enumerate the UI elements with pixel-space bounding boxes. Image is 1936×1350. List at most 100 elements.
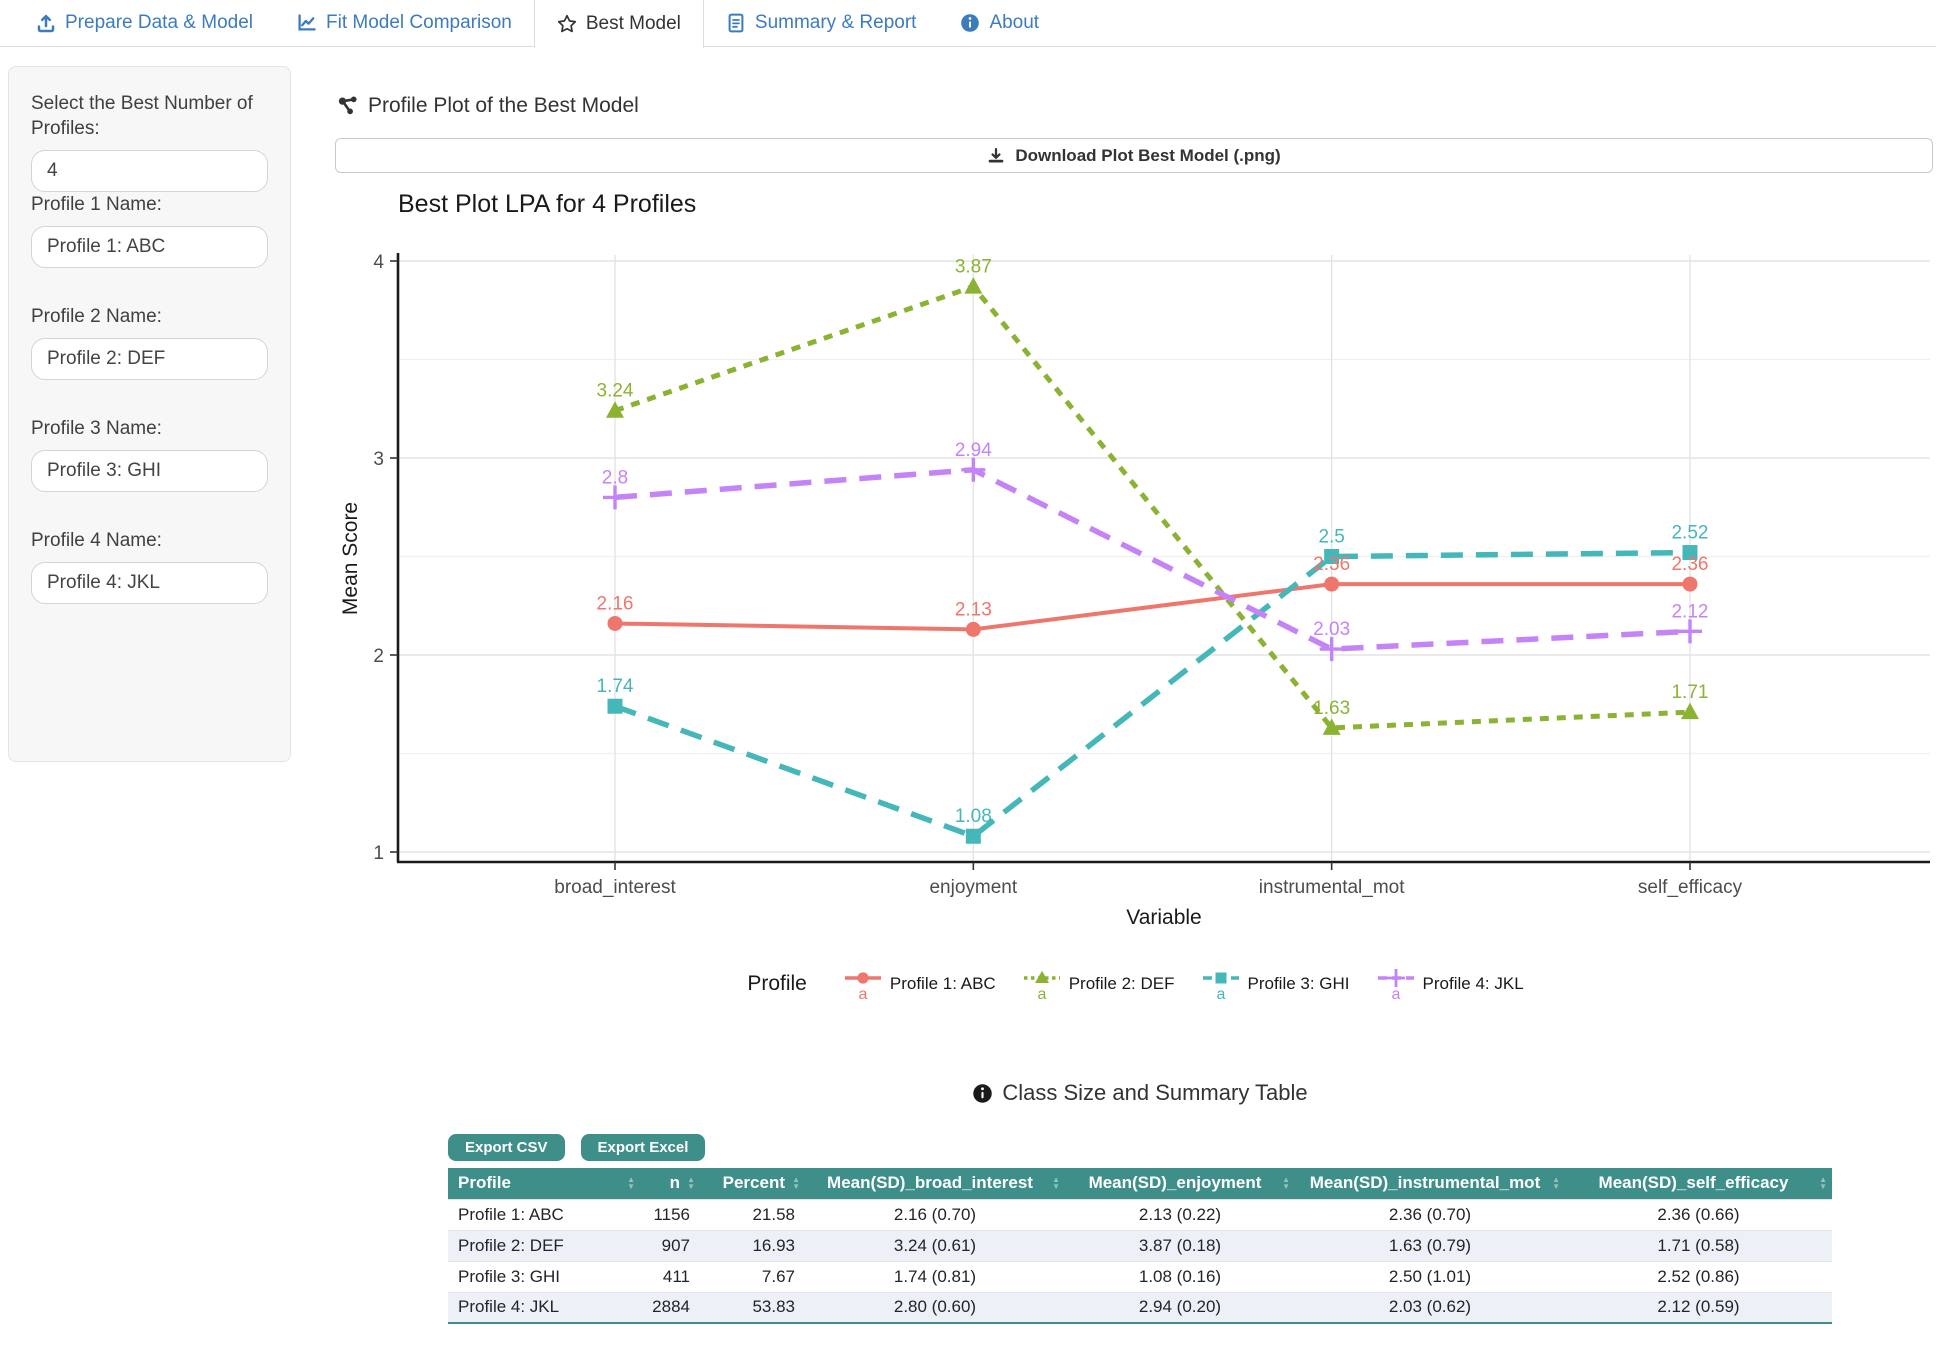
legend-key: a xyxy=(1201,966,1241,1002)
tab-label: Best Model xyxy=(586,13,681,35)
sort-arrows-icon: ▲▼ xyxy=(1052,1176,1060,1190)
column-header-n[interactable]: n▲▼ xyxy=(640,1168,700,1199)
tab-prepare-data-model[interactable]: Prepare Data & Model xyxy=(14,0,275,46)
star-icon xyxy=(557,14,577,34)
marker-circle xyxy=(1682,577,1697,592)
table-cell: 1.63 (0.79) xyxy=(1295,1230,1565,1261)
tab-label: About xyxy=(989,12,1039,34)
point-label: 2.16 xyxy=(597,593,634,614)
tab-fit-model-comparison[interactable]: Fit Model Comparison xyxy=(275,0,534,46)
point-label: 2.03 xyxy=(1313,619,1350,640)
marker-circle xyxy=(966,622,981,637)
table-cell: 1.08 (0.16) xyxy=(1065,1261,1295,1292)
series-line xyxy=(615,553,1690,837)
chart-legend: Profile aProfile 1: ABCaProfile 2: DEFaP… xyxy=(335,966,1936,1002)
table-cell: Profile 3: GHI xyxy=(448,1261,640,1292)
y-tick-label: 4 xyxy=(373,252,384,273)
table-cell: 2.03 (0.62) xyxy=(1295,1292,1565,1323)
table-body: Profile 1: ABC115621.582.16 (0.70)2.13 (… xyxy=(448,1199,1832,1323)
profiles-count-label: Select the Best Number of Profiles: xyxy=(31,91,268,141)
table-cell: 2.52 (0.86) xyxy=(1565,1261,1832,1292)
profile-4-name-input[interactable] xyxy=(31,562,268,604)
point-label: 1.63 xyxy=(1313,698,1350,719)
upload-icon xyxy=(36,13,56,33)
table-section-title: Class Size and Summary Table xyxy=(1002,1080,1307,1106)
tab-best-model[interactable]: Best Model xyxy=(534,0,704,48)
share-nodes-icon xyxy=(337,95,359,117)
sort-arrows-icon: ▲▼ xyxy=(1282,1176,1290,1190)
series-line xyxy=(615,287,1690,728)
table-cell: 2.13 (0.22) xyxy=(1065,1199,1295,1230)
x-tick-label: self_efficacy xyxy=(1638,877,1743,898)
table-cell: 3.87 (0.18) xyxy=(1065,1230,1295,1261)
table-cell: 411 xyxy=(640,1261,700,1292)
marker-circle xyxy=(1324,577,1339,592)
table-cell: 2.80 (0.60) xyxy=(805,1292,1065,1323)
profile-1-name-input[interactable] xyxy=(31,226,268,268)
point-label: 1.71 xyxy=(1671,682,1708,703)
svg-text:a: a xyxy=(858,986,867,1002)
info-circle-icon xyxy=(972,1083,993,1104)
point-label: 2.12 xyxy=(1671,601,1708,622)
marker-circle xyxy=(608,616,623,631)
x-axis-title: Variable xyxy=(1126,906,1202,929)
sort-arrows-icon: ▲▼ xyxy=(792,1176,800,1190)
export-buttons: Export CSV Export Excel xyxy=(448,1134,705,1161)
svg-text:a: a xyxy=(1391,986,1400,1002)
tab-summary-report[interactable]: Summary & Report xyxy=(704,0,939,46)
y-tick-label: 1 xyxy=(373,843,384,864)
lpa-app: Prepare Data & Model Fit Model Comparison… xyxy=(0,0,1936,1350)
tab-label: Prepare Data & Model xyxy=(65,12,253,34)
marker-square xyxy=(608,699,623,714)
point-label: 2.8 xyxy=(602,467,628,488)
export-excel-button[interactable]: Export Excel xyxy=(581,1134,706,1161)
point-label: 2.94 xyxy=(955,440,992,461)
profile-1-name-label: Profile 1 Name: xyxy=(31,192,268,217)
table-row: Profile 3: GHI4117.671.74 (0.81)1.08 (0.… xyxy=(448,1261,1832,1292)
class-size-summary-table: Profile▲▼n▲▼Percent▲▼Mean(SD)_broad_inte… xyxy=(448,1168,1832,1324)
table-cell: 2.94 (0.20) xyxy=(1065,1292,1295,1323)
legend-key: a xyxy=(1022,966,1062,1002)
profiles-count-input[interactable] xyxy=(31,150,268,192)
table-cell: Profile 1: ABC xyxy=(448,1199,640,1230)
tab-label: Fit Model Comparison xyxy=(326,12,512,34)
column-header-mean-sd-enjoyment[interactable]: Mean(SD)_enjoyment▲▼ xyxy=(1065,1168,1295,1199)
legend-item: aProfile 1: ABC xyxy=(843,966,996,1002)
legend-label: Profile 3: GHI xyxy=(1248,974,1350,994)
chart-line-icon xyxy=(297,13,317,33)
table-header: Profile▲▼n▲▼Percent▲▼Mean(SD)_broad_inte… xyxy=(448,1168,1832,1199)
point-label: 2.36 xyxy=(1671,554,1708,575)
table-cell: 1156 xyxy=(640,1199,700,1230)
table-section-header: Class Size and Summary Table xyxy=(448,1080,1832,1106)
table-row: Profile 2: DEF90716.933.24 (0.61)3.87 (0… xyxy=(448,1230,1832,1261)
legend-label: Profile 2: DEF xyxy=(1069,974,1175,994)
column-header-percent[interactable]: Percent▲▼ xyxy=(700,1168,805,1199)
export-csv-button[interactable]: Export CSV xyxy=(448,1134,565,1161)
table-cell: 2884 xyxy=(640,1292,700,1323)
series-line xyxy=(615,584,1690,629)
column-header-profile[interactable]: Profile▲▼ xyxy=(448,1168,640,1199)
marker-square xyxy=(966,829,981,844)
column-header-mean-sd-broad-interest[interactable]: Mean(SD)_broad_interest▲▼ xyxy=(805,1168,1065,1199)
tab-about[interactable]: About xyxy=(938,0,1061,46)
profile-4-name-label: Profile 4 Name: xyxy=(31,528,268,553)
main-content: Profile Plot of the Best Model Download … xyxy=(335,86,1936,1350)
profile-2-name-label: Profile 2 Name: xyxy=(31,304,268,329)
sort-arrows-icon: ▲▼ xyxy=(1552,1176,1560,1190)
profile-3-name-input[interactable] xyxy=(31,450,268,492)
table-cell: 2.36 (0.66) xyxy=(1565,1199,1832,1230)
sidebar-panel: Select the Best Number of Profiles: Prof… xyxy=(8,66,291,762)
legend-title: Profile xyxy=(747,972,807,996)
circle-info-icon xyxy=(960,13,980,33)
download-plot-label: Download Plot Best Model (.png) xyxy=(1015,146,1280,166)
column-header-mean-sd-self-efficacy[interactable]: Mean(SD)_self_efficacy▲▼ xyxy=(1565,1168,1832,1199)
point-label: 1.74 xyxy=(597,676,634,697)
table-cell: 3.24 (0.61) xyxy=(805,1230,1065,1261)
profile-name-fields: Profile 1 Name:Profile 2 Name:Profile 3 … xyxy=(31,192,268,604)
download-plot-button[interactable]: Download Plot Best Model (.png) xyxy=(335,138,1933,173)
table-cell: 53.83 xyxy=(700,1292,805,1323)
profile-plot-chart: 1234broad_interestenjoymentinstrumental_… xyxy=(335,238,1936,950)
column-header-mean-sd-instrumental-mot[interactable]: Mean(SD)_instrumental_mot▲▼ xyxy=(1295,1168,1565,1199)
profile-2-name-input[interactable] xyxy=(31,338,268,380)
sort-arrows-icon: ▲▼ xyxy=(687,1176,695,1190)
